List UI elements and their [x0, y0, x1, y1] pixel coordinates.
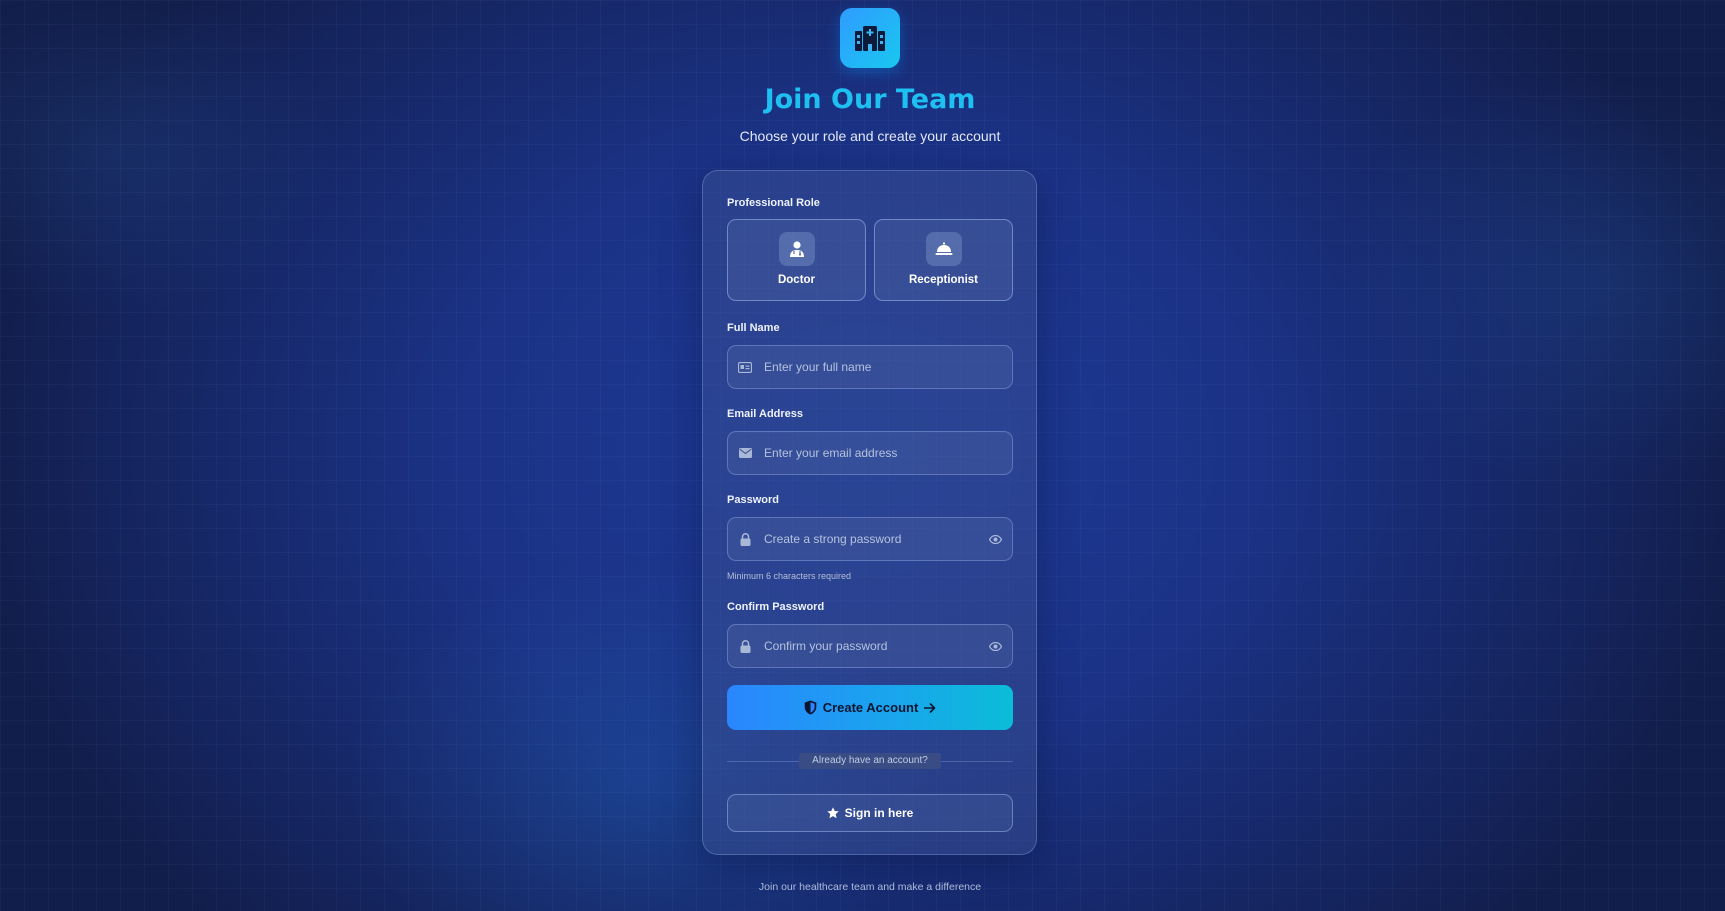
confirm-password-input[interactable] — [764, 625, 984, 667]
full-name-label: Full Name — [727, 322, 780, 334]
hospital-icon — [855, 26, 885, 51]
shield-icon — [804, 700, 816, 715]
star-icon — [826, 807, 839, 819]
footer-text: Join our healthcare team and make a diff… — [758, 881, 982, 893]
lock-icon — [738, 639, 752, 653]
password-hint: Minimum 6 characters required — [727, 571, 852, 581]
email-label: Email Address — [727, 408, 804, 420]
page-title: Join Our Team — [764, 84, 976, 115]
divider-text: Already have an account? — [799, 753, 941, 769]
create-account-label: Create Account — [822, 700, 919, 715]
lock-icon — [738, 532, 752, 546]
confirm-password-label: Confirm Password — [727, 601, 825, 613]
password-input[interactable] — [764, 518, 984, 560]
create-account-button[interactable]: Create Account — [727, 685, 1013, 730]
doctor-icon — [790, 241, 804, 257]
role-label: Professional Role — [727, 197, 820, 209]
signup-card: Professional Role Doctor Receptionist Fu… — [702, 170, 1037, 855]
role-option-doctor[interactable]: Doctor — [727, 219, 866, 301]
service-bell-icon — [935, 242, 953, 255]
doctor-icon-wrap — [779, 232, 815, 266]
envelope-icon — [738, 446, 752, 460]
show-password-eye-icon[interactable] — [988, 532, 1002, 546]
sign-in-button[interactable]: Sign in here — [727, 794, 1013, 832]
role-option-receptionist[interactable]: Receptionist — [874, 219, 1013, 301]
page-subtitle: Choose your role and create your account — [739, 128, 1001, 144]
email-field — [727, 431, 1013, 475]
show-confirm-password-eye-icon[interactable] — [988, 639, 1002, 653]
password-field — [727, 517, 1013, 561]
email-input[interactable] — [764, 432, 984, 474]
service-bell-icon-wrap — [926, 232, 962, 266]
arrow-right-icon — [924, 702, 936, 713]
full-name-field — [727, 345, 1013, 389]
password-label: Password — [727, 494, 779, 506]
logo — [840, 8, 900, 68]
role-option-receptionist-label: Receptionist — [908, 274, 978, 286]
full-name-input[interactable] — [764, 346, 984, 388]
role-option-doctor-label: Doctor — [777, 274, 816, 286]
confirm-password-field — [727, 624, 1013, 668]
id-card-icon — [738, 360, 752, 374]
sign-in-label: Sign in here — [844, 806, 914, 820]
